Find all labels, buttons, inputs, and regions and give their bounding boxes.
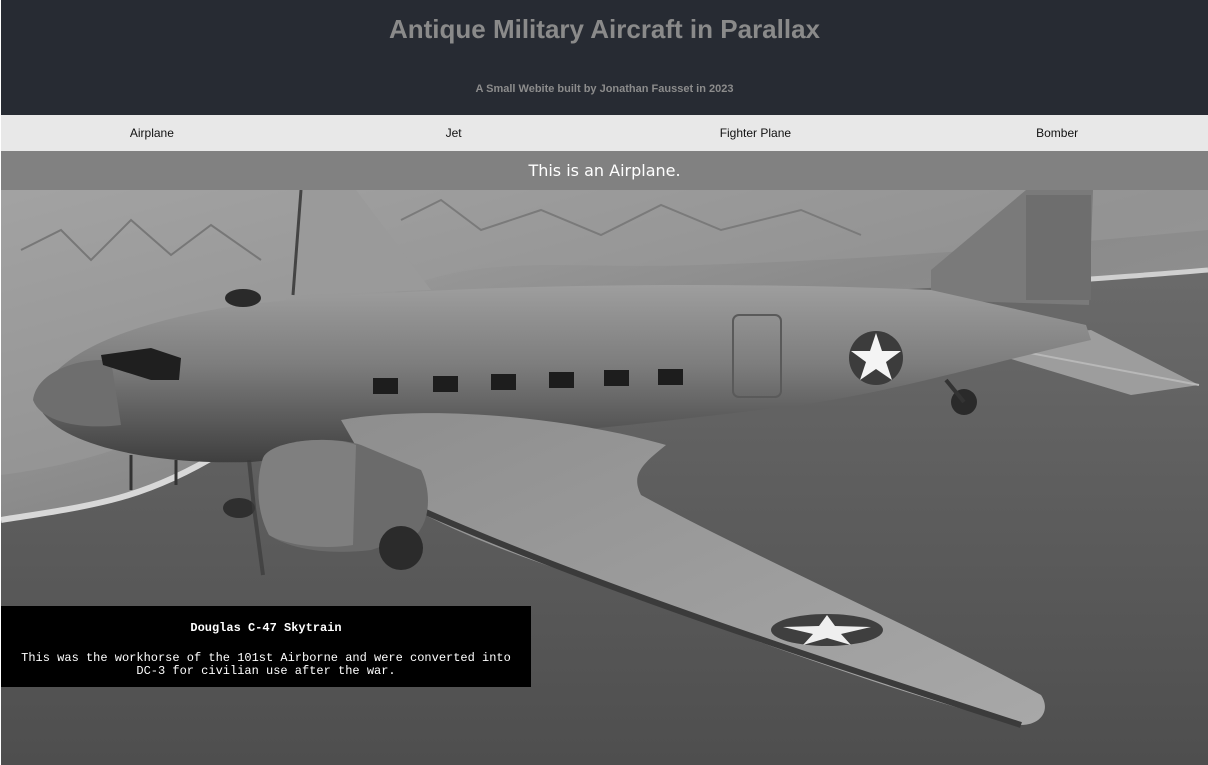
aircraft-caption: Douglas C-47 Skytrain This was the workh… <box>1 606 531 687</box>
nav-item-bomber[interactable]: Bomber <box>906 115 1208 151</box>
main-nav: Airplane Jet Fighter Plane Bomber <box>1 115 1208 151</box>
site-header: Antique Military Aircraft in Parallax A … <box>1 0 1208 115</box>
site-subtitle: A Small Webite built by Jonathan Fausset… <box>475 83 734 95</box>
nav-item-fighter-plane[interactable]: Fighter Plane <box>605 115 907 151</box>
caption-title: Douglas C-47 Skytrain <box>190 621 342 635</box>
nav-item-jet[interactable]: Jet <box>303 115 605 151</box>
site-title: Antique Military Aircraft in Parallax <box>388 14 821 44</box>
caption-text: This was the workhorse of the 101st Airb… <box>21 651 511 678</box>
page: Antique Military Aircraft in Parallax A … <box>0 0 1208 765</box>
section-banner: This is an Airplane. <box>1 151 1208 190</box>
nav-item-airplane[interactable]: Airplane <box>1 115 303 151</box>
